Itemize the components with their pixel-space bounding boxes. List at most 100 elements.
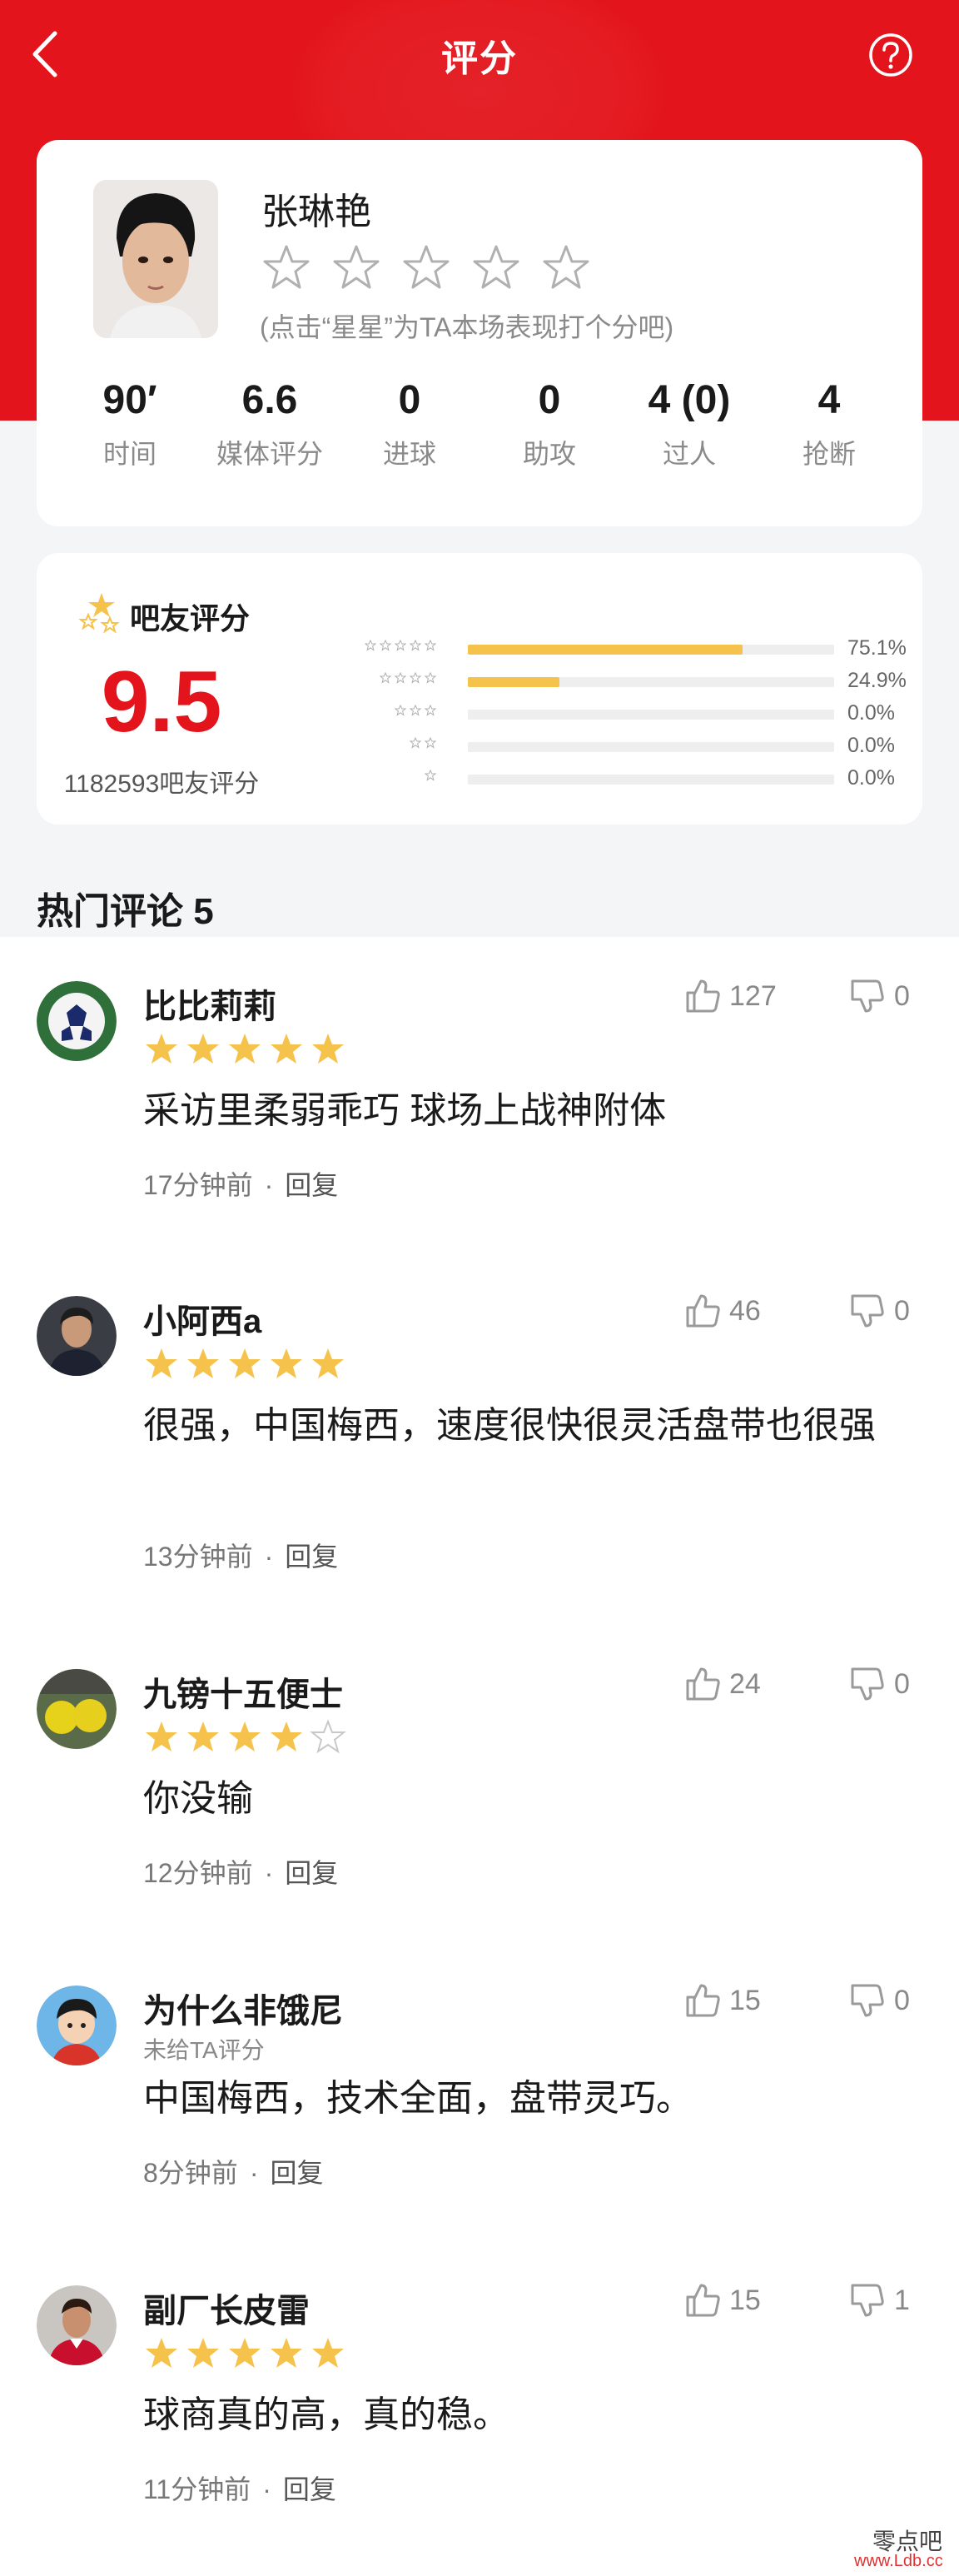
stat-value: 0 (538, 378, 561, 422)
distribution-stars (380, 672, 436, 684)
thumb-up-icon (686, 1294, 720, 1328)
comment-time: 12分钟前 (143, 1858, 253, 1888)
comment-time: 8分钟前 (143, 2158, 238, 2188)
watermark: 零点吧 www.Ldb.cc (814, 2524, 956, 2574)
like-button[interactable]: 15 (683, 1981, 761, 2020)
distribution-percent: 24.9% (847, 669, 907, 692)
like-count: 15 (729, 1984, 761, 2016)
avatar[interactable] (37, 1669, 117, 1749)
mini-star-icon (395, 705, 406, 716)
star-filled-icon (271, 1721, 302, 1751)
star-empty-icon (310, 1719, 346, 1754)
distribution-stars (365, 640, 436, 651)
dislike-button[interactable]: 0 (847, 976, 910, 1016)
comment-username[interactable]: 比比莉莉 (143, 979, 276, 1028)
stat-label: 助攻 (522, 439, 576, 469)
rate-star-4-icon[interactable] (470, 242, 523, 295)
star-filled-icon (312, 1348, 344, 1378)
like-count: 15 (729, 2284, 761, 2316)
reply-button[interactable]: 回复 (285, 1170, 338, 1200)
like-button[interactable]: 46 (683, 1291, 761, 1331)
avatar[interactable] (37, 1296, 117, 1376)
distribution-percent: 75.1% (847, 636, 907, 660)
dislike-count: 0 (894, 979, 910, 1012)
like-button[interactable]: 24 (683, 1664, 761, 1704)
star-filled-icon (271, 1348, 302, 1378)
comment-item: 副厂长皮雷 球商真的高，真的稳。 11分钟前 · 回复 15 1 (0, 2245, 959, 2562)
dislike-button[interactable]: 1 (847, 2280, 910, 2320)
rate-star-2-icon[interactable] (330, 242, 383, 295)
stat-label: 时间 (102, 439, 157, 469)
mini-star-icon (365, 640, 376, 651)
comment-meta: 17分钟前 · 回复 (143, 1164, 338, 1203)
dislike-button[interactable]: 0 (847, 1981, 910, 2020)
avatar[interactable] (37, 981, 117, 1061)
mini-star-icon (410, 640, 421, 651)
reply-button[interactable]: 回复 (285, 1542, 338, 1572)
distribution-bar-track (468, 710, 834, 720)
rate-star-5-icon[interactable] (539, 242, 593, 295)
rating-hint: (点击“星星”为TA本场表现打个分吧) (260, 312, 674, 342)
comment-rating-stars (143, 1346, 346, 1383)
comment-item: 九镑十五便士你没输 12分钟前 · 回复 24 0 (0, 1629, 959, 1946)
stat-label: 抢断 (802, 439, 856, 469)
reply-button[interactable]: 回复 (270, 2158, 323, 2188)
player-photo (93, 180, 218, 338)
avatar[interactable] (37, 1986, 117, 2065)
comment-time: 13分钟前 (143, 1542, 253, 1572)
comment-time: 17分钟前 (143, 1170, 253, 1200)
separator-dot: · (249, 2158, 259, 2188)
star-filled-icon (312, 2338, 344, 2368)
star-filled-icon (187, 1348, 219, 1378)
like-button[interactable]: 15 (683, 2280, 761, 2320)
dislike-button[interactable]: 0 (847, 1291, 910, 1331)
distribution-bar-track (468, 645, 834, 655)
stat-media-rating: 6.6 媒体评分 (200, 375, 340, 471)
fan-rating-card: 吧友评分 9.5 1182593吧友评分 75.1% 24.9% 0.0% 0.0% 0… (37, 553, 922, 825)
comment-text: 你没输 (143, 1778, 253, 1819)
comment-username[interactable]: 为什么非饿尼 (143, 1984, 343, 2032)
comment-item: 比比莉莉 采访里柔弱乖巧 球场上战神附体 17分钟前 · 回复 127 0 (0, 941, 959, 1256)
mini-star-icon (425, 672, 436, 684)
separator-dot: · (264, 1858, 274, 1888)
dislike-count: 0 (894, 1667, 910, 1700)
distribution-bar-track (468, 742, 834, 752)
dislike-button[interactable]: 0 (847, 1664, 910, 1704)
comment-text: 球商真的高，真的稳。 (143, 2394, 509, 2435)
reply-button[interactable]: 回复 (285, 1858, 338, 1888)
star-filled-icon (312, 1034, 344, 1064)
mini-star-icon (395, 672, 406, 684)
player-name: 张琳艳 (261, 192, 371, 232)
dislike-count: 1 (894, 2284, 910, 2316)
thumb-down-icon (851, 1984, 884, 2017)
comment-username[interactable]: 小阿西a (143, 1294, 261, 1343)
page-title: 评分 (441, 38, 518, 79)
comment-no-rating: 未给TA评分 (143, 2037, 265, 2063)
reply-button[interactable]: 回复 (283, 2474, 336, 2504)
distribution-bar-track (468, 677, 834, 687)
like-count: 127 (729, 979, 777, 1012)
mini-star-icon (380, 640, 391, 651)
comment-username[interactable]: 副厂长皮雷 (143, 2284, 310, 2332)
comment-rating-stars (143, 1031, 346, 1068)
mini-star-icon (425, 705, 436, 716)
thumb-down-icon (851, 979, 884, 1013)
distribution-row: 0.0% (310, 734, 909, 766)
thumb-up-icon (686, 979, 720, 1013)
like-button[interactable]: 127 (683, 976, 777, 1016)
stat-value: 0 (398, 378, 421, 422)
dislike-count: 0 (894, 1984, 910, 2016)
separator-dot: · (262, 2474, 271, 2504)
avatar[interactable] (37, 2285, 117, 2365)
rate-star-3-icon[interactable] (400, 242, 453, 295)
distribution-bar-fill (468, 677, 559, 687)
thumb-down-icon (851, 1294, 884, 1328)
mini-star-icon (425, 737, 436, 749)
rate-star-1-icon[interactable] (260, 242, 313, 295)
help-button[interactable] (866, 30, 916, 80)
star-filled-icon (187, 1034, 219, 1064)
mini-star-icon (410, 737, 421, 749)
stat-label: 进球 (382, 439, 436, 469)
like-count: 24 (729, 1667, 761, 1700)
comment-username[interactable]: 九镑十五便士 (143, 1667, 343, 1716)
